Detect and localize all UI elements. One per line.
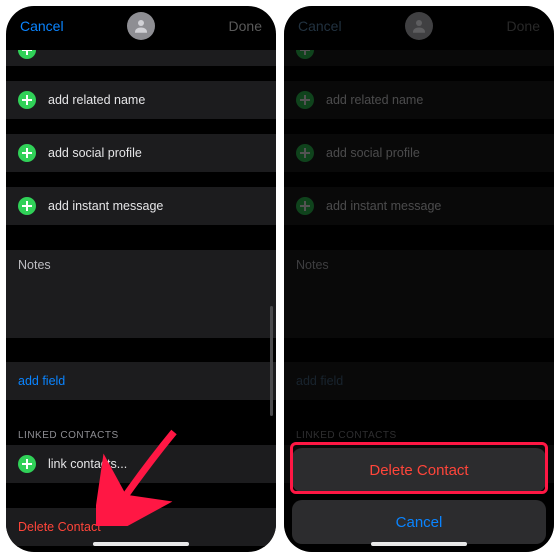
row-label: add instant message: [48, 199, 163, 213]
row-label: add social profile: [326, 146, 420, 160]
nav-bar: Cancel Done: [284, 6, 554, 46]
contact-edit-list: add date add related name add social pro…: [6, 50, 276, 552]
add-field-row: add field: [284, 362, 554, 401]
done-button: Done: [507, 18, 540, 34]
link-contacts-row[interactable]: link contacts...: [6, 445, 276, 484]
row-label: add field: [18, 374, 65, 388]
notes-label: Notes: [296, 258, 329, 272]
plus-icon: [296, 91, 314, 109]
scroll-indicator: [270, 306, 273, 416]
row-label: Delete Contact: [18, 520, 101, 534]
row-label: link contacts...: [48, 457, 127, 471]
row-label: add social profile: [48, 146, 142, 160]
plus-icon: [296, 50, 314, 59]
row-label: add instant message: [326, 199, 441, 213]
phone-right: Cancel Done add date add related name ad…: [284, 6, 554, 552]
plus-icon: [296, 197, 314, 215]
notes-field: Notes: [284, 250, 554, 338]
cancel-button[interactable]: Cancel: [20, 18, 64, 34]
row-label: add related name: [48, 93, 145, 107]
phone-left: Cancel Done add date add related name ad…: [6, 6, 276, 552]
add-field-row[interactable]: add field: [6, 362, 276, 401]
notes-field[interactable]: Notes: [6, 250, 276, 338]
avatar-icon: [127, 12, 155, 40]
add-instant-message-row: add instant message: [284, 187, 554, 226]
plus-icon: [18, 197, 36, 215]
plus-icon: [18, 50, 36, 59]
plus-icon: [18, 91, 36, 109]
add-social-profile-row[interactable]: add social profile: [6, 134, 276, 173]
add-related-name-row: add related name: [284, 81, 554, 120]
notes-label: Notes: [18, 258, 51, 272]
add-date-row[interactable]: add date: [6, 50, 276, 67]
avatar-icon: [405, 12, 433, 40]
home-indicator: [371, 542, 467, 546]
plus-icon: [18, 455, 36, 473]
add-social-profile-row: add social profile: [284, 134, 554, 173]
plus-icon: [18, 144, 36, 162]
home-indicator: [93, 542, 189, 546]
sheet-cancel[interactable]: Cancel: [292, 500, 546, 544]
add-instant-message-row[interactable]: add instant message: [6, 187, 276, 226]
row-label: add field: [296, 374, 343, 388]
add-date-row: add date: [284, 50, 554, 67]
add-related-name-row[interactable]: add related name: [6, 81, 276, 120]
row-label: add related name: [326, 93, 423, 107]
action-sheet: Delete Contact Cancel: [292, 448, 546, 544]
linked-contacts-header: LINKED CONTACTS: [6, 415, 276, 445]
nav-bar: Cancel Done: [6, 6, 276, 46]
done-button[interactable]: Done: [229, 18, 262, 34]
sheet-delete-contact[interactable]: Delete Contact: [292, 448, 546, 492]
linked-contacts-header: LINKED CONTACTS: [284, 415, 554, 445]
plus-icon: [296, 144, 314, 162]
cancel-button: Cancel: [298, 18, 342, 34]
